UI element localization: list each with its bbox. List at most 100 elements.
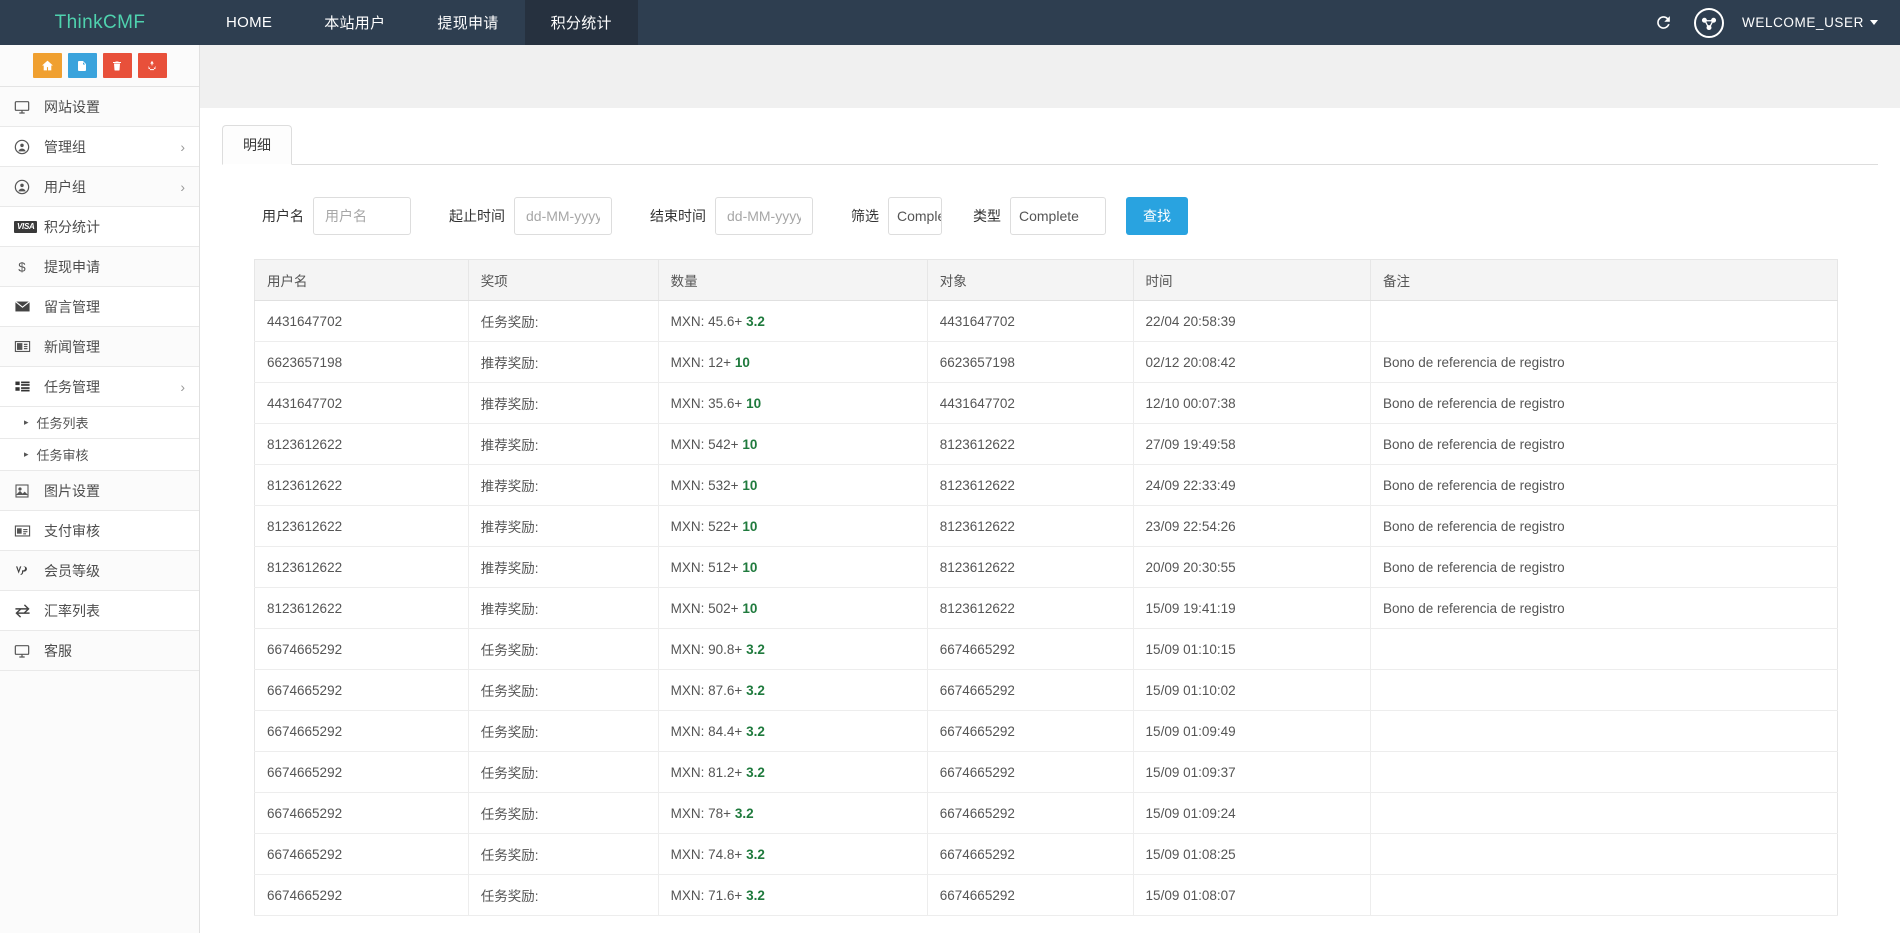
amount-value: 10 bbox=[735, 355, 750, 370]
nav-link-site-users[interactable]: 本站用户 bbox=[298, 0, 411, 45]
cell-amount: MXN: 512+ 10 bbox=[658, 547, 927, 588]
table-row: 4431647702任务奖励:MXN: 45.6+ 3.244316477022… bbox=[255, 301, 1838, 342]
sidebar-item-news-mgmt[interactable]: 新闻管理 bbox=[0, 327, 199, 367]
table-row: 6674665292任务奖励:MXN: 74.8+ 3.266746652921… bbox=[255, 834, 1838, 875]
table-header-row: 用户名 奖项 数量 对象 时间 备注 bbox=[255, 260, 1838, 301]
sidebar-label: 用户组 bbox=[44, 177, 86, 197]
end-time-input[interactable] bbox=[715, 197, 813, 235]
cell-amount: MXN: 87.6+ 3.2 bbox=[658, 670, 927, 711]
sidebar-item-message-mgmt[interactable]: 留言管理 bbox=[0, 287, 199, 327]
username-label: 用户名 bbox=[262, 206, 304, 226]
user-square-icon bbox=[14, 139, 38, 155]
table-row: 4431647702推荐奖励:MXN: 35.6+ 10443164770212… bbox=[255, 383, 1838, 424]
user-menu[interactable]: WELCOME_USER bbox=[1742, 15, 1878, 30]
cell-award: 任务奖励: bbox=[468, 711, 658, 752]
cell-note bbox=[1370, 301, 1837, 342]
avatar[interactable] bbox=[1694, 8, 1724, 38]
table-row: 6674665292任务奖励:MXN: 84.4+ 3.266746652921… bbox=[255, 711, 1838, 752]
amount-value: 3.2 bbox=[746, 888, 765, 903]
table-row: 6674665292任务奖励:MXN: 87.6+ 3.266746652921… bbox=[255, 670, 1838, 711]
sidebar-label: 新闻管理 bbox=[44, 337, 100, 357]
type-select[interactable]: Complete bbox=[1010, 197, 1106, 235]
sidebar-subitem-task-review[interactable]: ▸ 任务审核 bbox=[0, 439, 199, 471]
start-time-input[interactable] bbox=[514, 197, 612, 235]
cell-note bbox=[1370, 793, 1837, 834]
cell-amount: MXN: 81.2+ 3.2 bbox=[658, 752, 927, 793]
amount-prefix: MXN: 35.6+ bbox=[671, 396, 746, 411]
cell-award: 推荐奖励: bbox=[468, 465, 658, 506]
chevron-right-icon: › bbox=[180, 139, 185, 155]
amount-prefix: MXN: 81.2+ bbox=[671, 765, 746, 780]
th-time: 时间 bbox=[1133, 260, 1370, 301]
cell-object: 4431647702 bbox=[927, 301, 1133, 342]
sidebar-item-withdraw-request[interactable]: $ 提现申请 bbox=[0, 247, 199, 287]
tab-detail[interactable]: 明细 bbox=[222, 125, 292, 165]
filter-select[interactable]: Comple bbox=[888, 197, 942, 235]
cell-object: 6674665292 bbox=[927, 793, 1133, 834]
sidebar-subitem-task-list[interactable]: ▸ 任务列表 bbox=[0, 407, 199, 439]
search-button[interactable]: 查找 bbox=[1126, 197, 1188, 235]
cell-award: 推荐奖励: bbox=[468, 342, 658, 383]
nav-link-home[interactable]: HOME bbox=[200, 0, 298, 45]
cell-time: 22/04 20:58:39 bbox=[1133, 301, 1370, 342]
refresh-icon[interactable] bbox=[1650, 10, 1676, 36]
cell-username: 6623657198 bbox=[255, 342, 469, 383]
details-table: 用户名 奖项 数量 对象 时间 备注 4431647702任务奖励:MXN: 4… bbox=[254, 259, 1838, 916]
cell-time: 15/09 01:10:02 bbox=[1133, 670, 1370, 711]
main-content: 明细 用户名 起止时间 结束时间 筛选 Comple 类型 Complete 查… bbox=[200, 45, 1900, 933]
filter-select-label: 筛选 bbox=[851, 206, 879, 226]
table-head: 用户名 奖项 数量 对象 时间 备注 bbox=[255, 260, 1838, 301]
table-row: 8123612622推荐奖励:MXN: 532+ 10812361262224/… bbox=[255, 465, 1838, 506]
cell-username: 6674665292 bbox=[255, 752, 469, 793]
cell-amount: MXN: 45.6+ 3.2 bbox=[658, 301, 927, 342]
start-time-label: 起止时间 bbox=[449, 206, 505, 226]
cell-amount: MXN: 78+ 3.2 bbox=[658, 793, 927, 834]
cell-time: 15/09 01:09:24 bbox=[1133, 793, 1370, 834]
nav-link-withdraw-request[interactable]: 提现申请 bbox=[411, 0, 524, 45]
amount-prefix: MXN: 502+ bbox=[671, 601, 743, 616]
cell-award: 推荐奖励: bbox=[468, 588, 658, 629]
cell-award: 推荐奖励: bbox=[468, 547, 658, 588]
end-time-label: 结束时间 bbox=[650, 206, 706, 226]
cell-note bbox=[1370, 752, 1837, 793]
dollar-icon: $ bbox=[14, 259, 38, 275]
cell-amount: MXN: 12+ 10 bbox=[658, 342, 927, 383]
cell-note: Bono de referencia de registro bbox=[1370, 588, 1837, 629]
cell-object: 6623657198 bbox=[927, 342, 1133, 383]
cell-amount: MXN: 84.4+ 3.2 bbox=[658, 711, 927, 752]
recycle-icon[interactable] bbox=[138, 53, 167, 78]
cell-time: 27/09 19:49:58 bbox=[1133, 424, 1370, 465]
table-row: 6674665292任务奖励:MXN: 90.8+ 3.266746652921… bbox=[255, 629, 1838, 670]
card-icon bbox=[14, 524, 38, 538]
chevron-down-icon bbox=[1870, 20, 1878, 25]
cell-note: Bono de referencia de registro bbox=[1370, 424, 1837, 465]
file-icon[interactable] bbox=[68, 53, 97, 78]
trash-icon[interactable] bbox=[103, 53, 132, 78]
sidebar-item-task-mgmt[interactable]: 任务管理 › bbox=[0, 367, 199, 407]
cell-time: 15/09 01:09:49 bbox=[1133, 711, 1370, 752]
sidebar-label: 提现申请 bbox=[44, 257, 100, 277]
sidebar-item-admin-group[interactable]: 管理组 › bbox=[0, 127, 199, 167]
sidebar-item-payment-review[interactable]: 支付审核 bbox=[0, 511, 199, 551]
cell-username: 8123612622 bbox=[255, 465, 469, 506]
sidebar-item-site-settings[interactable]: 网站设置 bbox=[0, 87, 199, 127]
nav-link-points-stats[interactable]: 积分统计 bbox=[525, 0, 638, 45]
sidebar-item-exchange-rate[interactable]: 汇率列表 bbox=[0, 591, 199, 631]
cell-note: Bono de referencia de registro bbox=[1370, 506, 1837, 547]
table-row: 6623657198推荐奖励:MXN: 12+ 10662365719802/1… bbox=[255, 342, 1838, 383]
cell-amount: MXN: 35.6+ 10 bbox=[658, 383, 927, 424]
sidebar-item-user-group[interactable]: 用户组 › bbox=[0, 167, 199, 207]
sidebar-label: 支付审核 bbox=[44, 521, 100, 541]
sidebar-item-points-stats[interactable]: VISA 积分统计 bbox=[0, 207, 199, 247]
cell-username: 6674665292 bbox=[255, 711, 469, 752]
cell-note bbox=[1370, 834, 1837, 875]
sidebar-item-customer-service[interactable]: 客服 bbox=[0, 631, 199, 671]
username-input[interactable] bbox=[313, 197, 411, 235]
sidebar-item-image-settings[interactable]: 图片设置 bbox=[0, 471, 199, 511]
cell-object: 6674665292 bbox=[927, 834, 1133, 875]
sidebar-item-member-level[interactable]: 会员等级 bbox=[0, 551, 199, 591]
brand-logo[interactable]: ThinkCMF bbox=[0, 0, 200, 45]
cell-amount: MXN: 542+ 10 bbox=[658, 424, 927, 465]
amount-value: 10 bbox=[742, 437, 757, 452]
home-icon[interactable] bbox=[33, 53, 62, 78]
